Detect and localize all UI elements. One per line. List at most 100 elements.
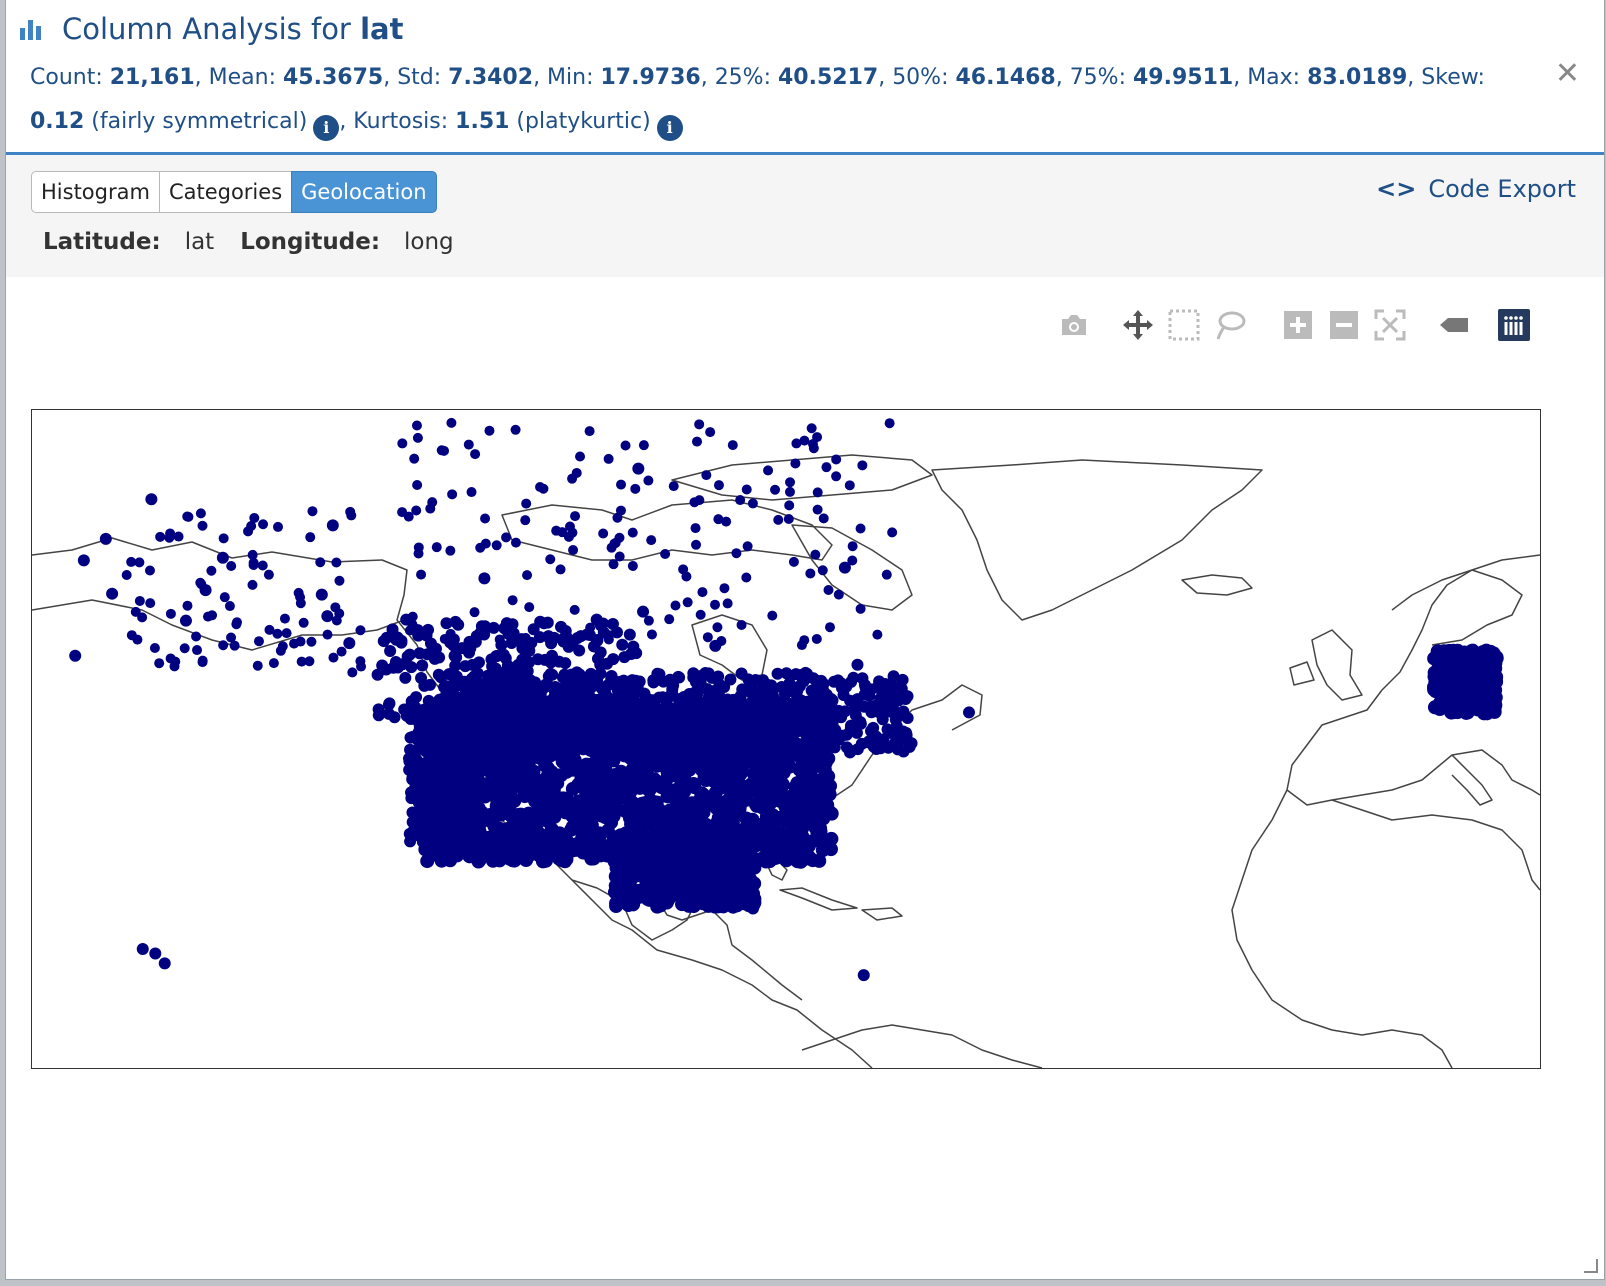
map-point	[145, 493, 158, 506]
map-point	[776, 739, 789, 752]
map-point	[608, 710, 621, 723]
camera-icon[interactable]	[1056, 307, 1092, 343]
map-point	[653, 847, 668, 862]
map-point	[571, 467, 582, 478]
map-point	[561, 727, 574, 740]
map-point	[132, 634, 143, 645]
zoom-out-icon[interactable]	[1326, 307, 1362, 343]
map-point	[710, 599, 721, 610]
map-point	[523, 744, 536, 757]
map-point	[530, 698, 543, 711]
map-point	[443, 668, 456, 681]
skew-info-icon[interactable]: i	[313, 115, 340, 141]
close-icon[interactable]: ✕	[1555, 56, 1580, 91]
map-point	[809, 724, 822, 737]
map-point	[833, 589, 844, 600]
summary-stats: Count: 21,161, Mean: 45.3675, Std: 7.340…	[30, 56, 1540, 144]
map-point	[246, 521, 257, 532]
map-point	[668, 792, 683, 807]
skew-description: (fairly symmetrical)	[84, 109, 308, 134]
map-point	[667, 702, 680, 715]
map-point	[460, 722, 473, 735]
map-point	[440, 617, 453, 630]
map-point	[388, 711, 401, 724]
plotly-logo-icon[interactable]	[1496, 307, 1532, 343]
map-point	[447, 729, 460, 742]
map-point	[501, 532, 512, 543]
stat-count: 21,161	[109, 65, 195, 90]
map-point	[687, 693, 700, 706]
map-point	[584, 426, 595, 437]
map-point	[845, 719, 858, 732]
map-point	[546, 668, 559, 681]
box-select-icon[interactable]	[1166, 307, 1202, 343]
map-point	[149, 643, 160, 654]
pan-icon[interactable]	[1120, 307, 1156, 343]
hover-label-icon[interactable]	[1436, 307, 1472, 343]
map-point	[558, 742, 571, 755]
map-point	[598, 528, 609, 539]
latitude-label: Latitude:	[43, 229, 161, 255]
resize-handle[interactable]	[1584, 1259, 1598, 1273]
map-point	[305, 532, 316, 543]
map-point	[248, 560, 259, 571]
map-point	[690, 523, 701, 534]
map-point	[851, 658, 864, 671]
geo-map[interactable]	[31, 409, 1541, 1069]
tab-histogram[interactable]: Histogram	[31, 171, 160, 213]
map-point	[508, 812, 523, 827]
map-point	[538, 483, 549, 494]
map-point	[653, 887, 668, 902]
reset-axes-icon[interactable]	[1372, 307, 1408, 343]
map-point	[427, 497, 438, 508]
lasso-select-icon[interactable]	[1212, 307, 1248, 343]
map-point	[523, 644, 536, 657]
map-point	[701, 470, 712, 481]
map-point	[791, 438, 802, 449]
coastline-africa	[1231, 789, 1453, 1068]
map-point	[440, 711, 453, 724]
map-point	[741, 484, 752, 495]
coastline-baffin	[791, 524, 913, 611]
map-point	[534, 848, 549, 863]
map-point	[736, 683, 749, 696]
map-point	[695, 609, 706, 620]
map-point	[794, 739, 807, 752]
map-point	[865, 700, 878, 713]
map-point	[789, 668, 802, 681]
map-canvas[interactable]	[32, 410, 1540, 1068]
tab-geolocation[interactable]: Geolocation	[291, 171, 437, 213]
map-point	[660, 549, 671, 560]
map-point	[315, 588, 328, 601]
map-point	[601, 690, 614, 703]
map-point	[766, 707, 779, 720]
tab-categories[interactable]: Categories	[158, 171, 293, 213]
map-point	[568, 545, 579, 556]
coastline-greenland	[931, 459, 1263, 621]
map-point	[197, 657, 208, 668]
map-point	[165, 608, 176, 619]
zoom-in-icon[interactable]	[1280, 307, 1316, 343]
map-point	[876, 713, 889, 726]
map-point	[577, 765, 592, 780]
map-point	[438, 445, 449, 456]
map-point	[615, 505, 626, 516]
map-point	[466, 658, 479, 671]
map-point	[808, 443, 819, 454]
map-point	[416, 569, 427, 580]
map-point	[446, 417, 457, 428]
map-point	[433, 837, 446, 850]
map-point	[750, 778, 765, 793]
map-point	[857, 969, 870, 982]
stat-mean: 45.3675	[283, 65, 384, 90]
map-point	[788, 556, 799, 567]
map-point	[711, 810, 726, 825]
map-point	[486, 696, 499, 709]
code-export-button[interactable]: <> Code Export	[1376, 175, 1576, 203]
kurtosis-info-icon[interactable]: i	[656, 115, 683, 141]
map-point	[716, 636, 727, 647]
modal-title: Column Analysis for lat	[20, 12, 403, 46]
map-point	[604, 726, 617, 739]
map-point	[304, 656, 315, 667]
map-point	[774, 837, 789, 852]
